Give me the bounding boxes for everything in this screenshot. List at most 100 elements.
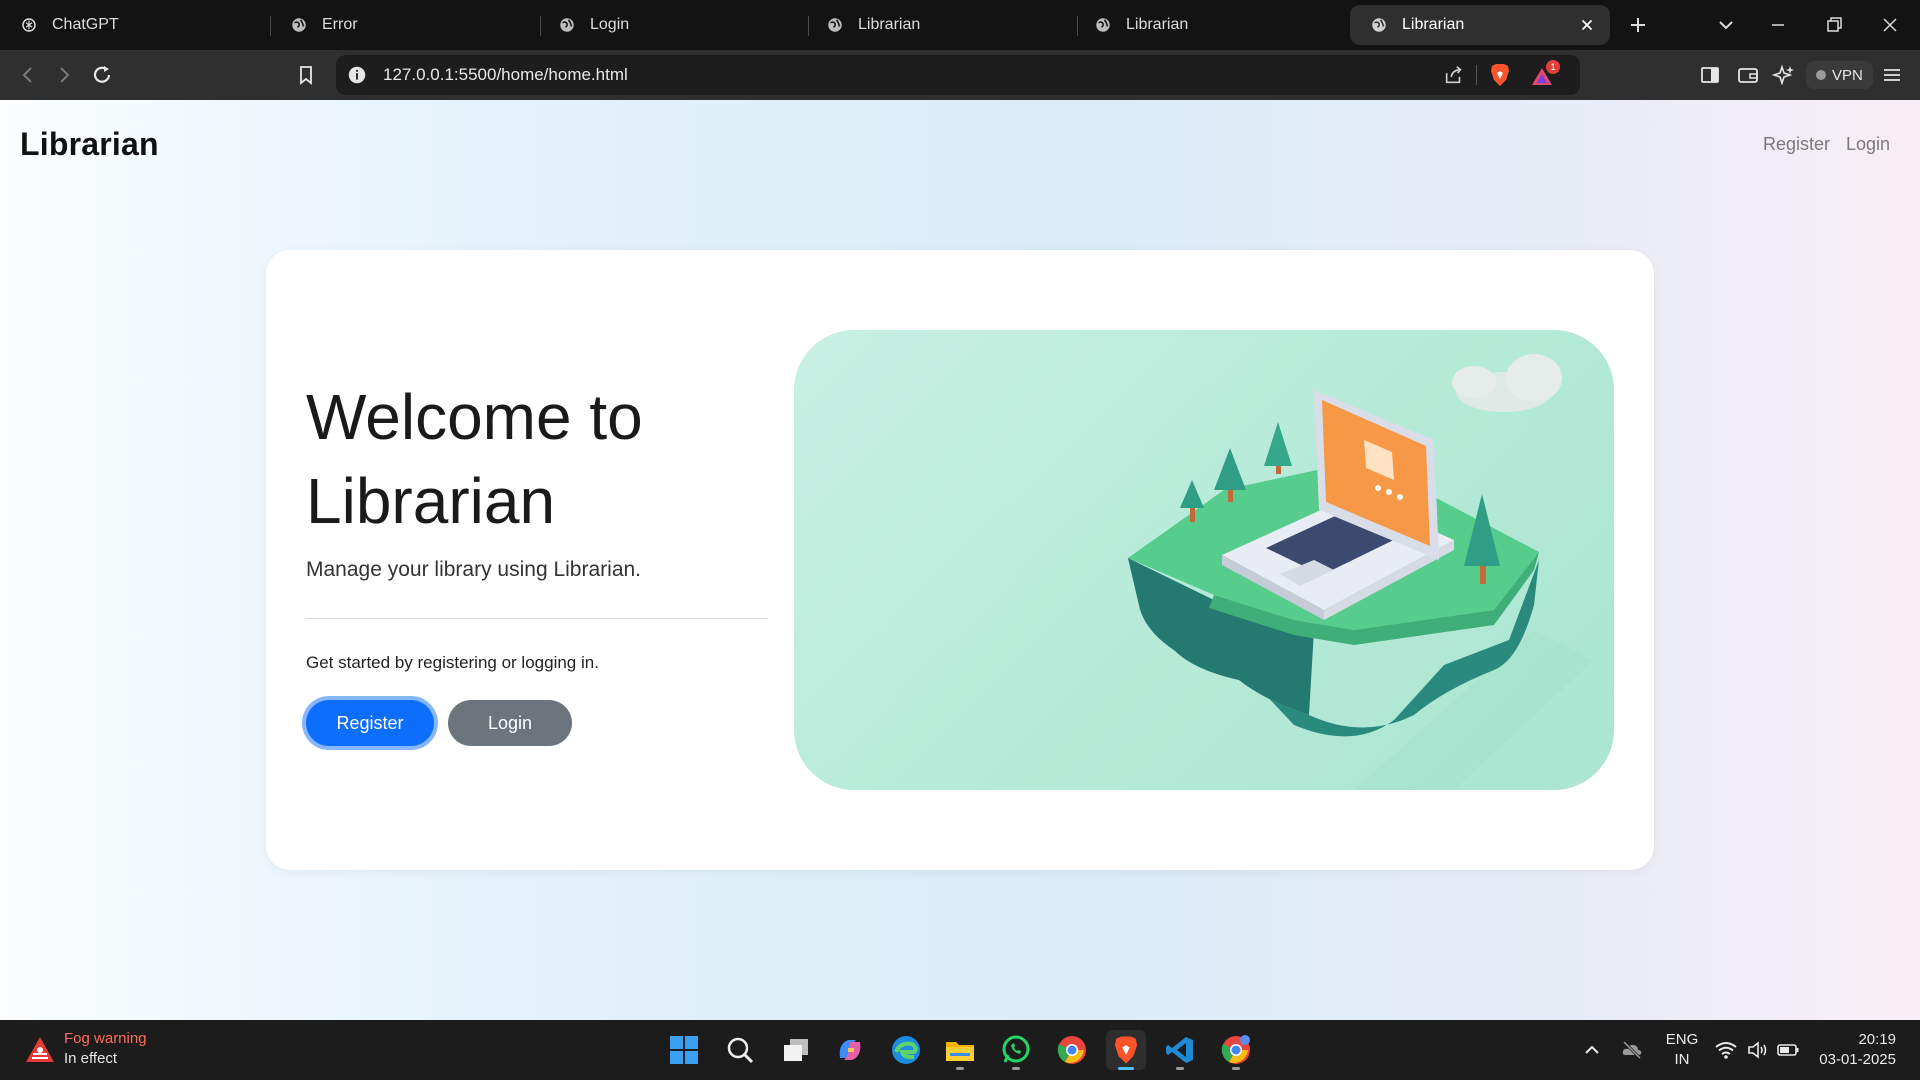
nav-login-link[interactable]: Login [1846,134,1890,155]
running-indicator [1012,1067,1020,1070]
running-indicator [956,1067,964,1070]
brand-logo[interactable]: Librarian [20,126,159,163]
tab-chatgpt[interactable]: ChatGPT [0,5,270,45]
tab-search-chevron-icon[interactable] [1714,13,1738,37]
back-icon[interactable] [16,63,40,87]
chatgpt-icon [22,18,36,32]
file-explorer-icon [946,1042,974,1061]
wallet-icon[interactable] [1736,63,1760,87]
cloud-icon [1452,354,1562,412]
site-info-icon[interactable] [346,64,368,86]
vpn-label: VPN [1832,66,1863,84]
tab-label: ChatGPT [52,16,119,33]
start-icon [670,1036,698,1064]
copilot-icon [839,1040,861,1060]
hero-title: Welcome to Librarian [306,381,643,537]
search-icon [727,1037,754,1064]
forward-icon[interactable] [52,63,76,87]
vpn-button[interactable]: VPN [1806,61,1873,89]
clock-time: 20:19 [1858,1031,1896,1048]
rewards-badge: 1 [1546,60,1560,74]
nav-register-link[interactable]: Register [1763,134,1830,155]
weather-title[interactable]: Fog warning [64,1030,147,1047]
weather-subtitle[interactable]: In effect [64,1050,117,1067]
chrome-button[interactable] [1052,1030,1092,1070]
language-region: IN [1674,1051,1690,1068]
task-view-button[interactable] [776,1030,816,1070]
close-window-icon[interactable] [1878,13,1902,37]
close-tab-icon[interactable] [1578,16,1596,34]
share-icon[interactable] [1443,64,1465,86]
language-code: ENG [1665,1031,1699,1048]
menu-icon[interactable] [1880,63,1904,87]
tab-label: Librarian [1126,16,1189,33]
brave-button[interactable] [1106,1030,1146,1070]
chrome-dev-button[interactable] [1216,1030,1256,1070]
brave-icon [1114,1036,1138,1064]
tab-label: Librarian [1402,16,1465,33]
show-hidden-icons-icon[interactable] [1580,1038,1604,1062]
tab-label: Error [322,16,358,33]
tab-login[interactable]: Login [538,5,808,45]
globe-icon [560,18,574,32]
minimize-icon[interactable] [1766,13,1790,37]
floating-island-laptop-illustration [1128,354,1594,790]
restore-icon[interactable] [1822,13,1846,37]
whatsapp-button[interactable] [996,1030,1036,1070]
tab-label: Librarian [858,16,921,33]
url-text[interactable]: 127.0.0.1:5500/home/home.html [383,65,628,85]
tab-librarian-2[interactable]: Librarian [1074,5,1344,45]
page-viewport: Librarian Register Login Welcome to Libr… [0,100,1920,1020]
hero-illustration [794,330,1614,790]
running-indicator [1176,1067,1184,1070]
reload-icon[interactable] [90,63,114,87]
start-button[interactable] [664,1030,704,1070]
vpn-status-icon [1816,70,1826,80]
onedrive-offline-icon[interactable] [1620,1038,1644,1062]
running-indicator [1232,1067,1240,1070]
edge-button[interactable] [886,1030,926,1070]
battery-icon[interactable] [1776,1038,1800,1062]
browser-toolbar: 127.0.0.1:5500/home/home.html 1 VPN [0,50,1920,100]
weather-warning-icon[interactable] [24,1034,56,1066]
chrome-icon [1057,1036,1086,1064]
hero-card: Welcome to Librarian Manage your library… [266,250,1654,870]
hero-subtitle: Manage your library using Librarian. [306,558,642,581]
brave-shields-icon[interactable] [1488,62,1512,88]
bookmark-icon[interactable] [294,63,318,87]
register-button[interactable]: Register [306,700,434,746]
clock[interactable]: 20:19 03-01-2025 [1810,1030,1896,1070]
clock-date: 03-01-2025 [1819,1051,1896,1068]
vscode-icon [1166,1037,1193,1063]
whatsapp-icon [1002,1035,1030,1063]
url-divider [1476,65,1477,85]
browser-tab-strip: ChatGPT Error Login Librarian Librarian … [0,0,1920,50]
active-indicator [1118,1067,1134,1070]
sidebar-icon[interactable] [1698,63,1722,87]
tab-librarian-1[interactable]: Librarian [806,5,1076,45]
address-bar[interactable]: 127.0.0.1:5500/home/home.html 1 [336,55,1580,95]
search-button[interactable] [720,1030,760,1070]
globe-icon [828,18,842,32]
globe-icon [292,18,306,32]
new-tab-icon[interactable] [1626,13,1650,37]
tab-error[interactable]: Error [270,5,540,45]
task-view-icon [784,1039,808,1061]
volume-icon[interactable] [1746,1038,1770,1062]
wifi-icon[interactable] [1714,1038,1738,1062]
copilot-button[interactable] [830,1030,870,1070]
windows-taskbar: Fog warning In effect ENG IN 20:19 03-01… [0,1020,1920,1080]
hero-divider [306,618,768,619]
globe-icon [1372,18,1386,32]
tab-librarian-active[interactable]: Librarian [1350,5,1610,45]
file-explorer-button[interactable] [940,1030,980,1070]
vscode-button[interactable] [1160,1030,1200,1070]
hero-cta-text: Get started by registering or logging in… [306,653,599,672]
leo-ai-icon[interactable] [1772,63,1796,87]
chrome-dev-icon [1221,1035,1250,1064]
edge-icon [892,1036,920,1064]
globe-icon [1096,18,1110,32]
tab-label: Login [590,16,630,33]
language-indicator[interactable]: ENG IN [1664,1030,1700,1070]
login-button[interactable]: Login [448,700,572,746]
